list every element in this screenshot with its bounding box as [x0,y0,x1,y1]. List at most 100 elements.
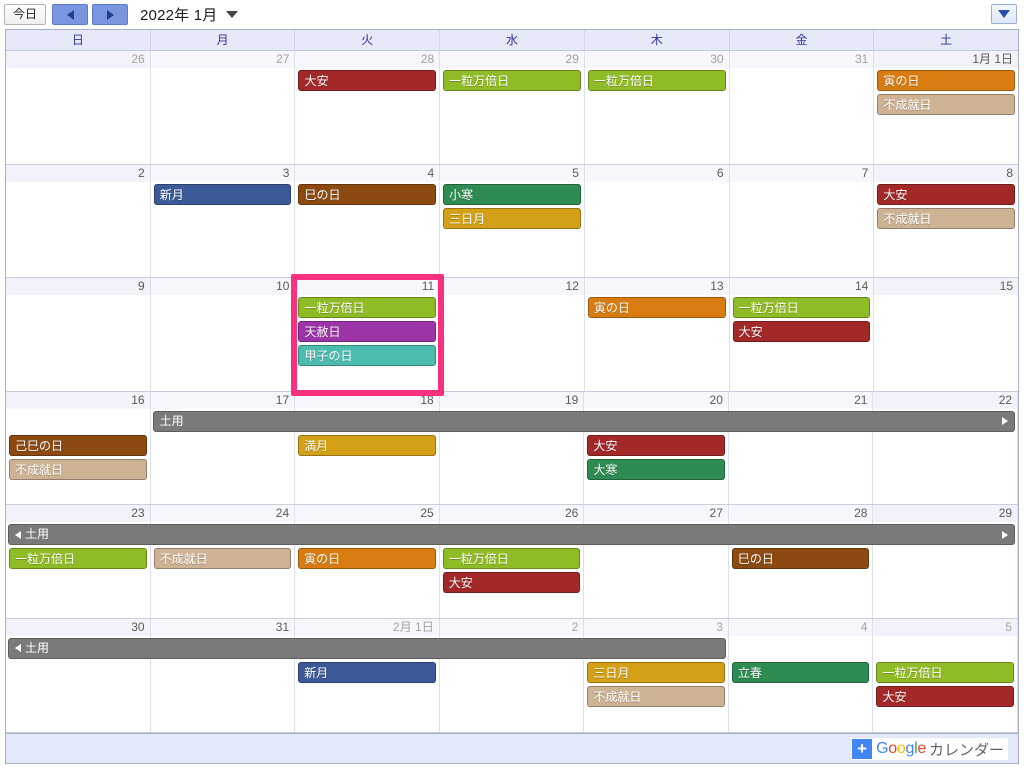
calendar-event[interactable]: 不成就日 [587,685,725,707]
calendar-event[interactable]: 大安 [876,685,1015,707]
calendar-day-cell[interactable]: 19 [439,391,585,505]
calendar-day-cell[interactable]: 24 不成就日 [150,505,296,618]
day-number[interactable]: 27 [584,505,728,523]
calendar-event[interactable]: 立春 [731,661,870,683]
calendar-day-cell[interactable]: 27 [584,505,729,618]
day-number[interactable]: 18 [295,391,439,409]
calendar-event[interactable]: 大安 [877,183,1016,205]
calendar-event[interactable]: 一粒万倍日 [587,70,726,91]
calendar-day-cell[interactable]: 5 小寒 三日月 [440,164,585,278]
day-number[interactable]: 3 [584,618,728,636]
day-number[interactable]: 4 [728,618,873,636]
chevron-down-icon[interactable] [226,11,239,18]
day-number[interactable]: 27 [150,51,295,68]
day-number[interactable]: 2 [439,618,584,636]
calendar-day-cell[interactable]: 8 大安 不成就日 [874,164,1019,278]
day-number[interactable]: 30 [584,51,729,68]
calendar-day-cell[interactable]: 10 [150,278,296,391]
day-number[interactable]: 10 [150,278,295,296]
calendar-day-cell[interactable]: 4 立春 [728,618,874,732]
calendar-event[interactable]: 大寒 [587,458,725,480]
calendar-day-cell[interactable]: 26 [6,51,151,164]
calendar-day-cell[interactable]: 29 [873,505,1019,618]
calendar-day-cell[interactable]: 27 [150,51,296,164]
calendar-day-cell[interactable]: 26 一粒万倍日 大安 [439,505,585,618]
previous-month-button[interactable] [52,4,88,25]
day-number[interactable]: 20 [584,391,728,409]
calendar-day-cell[interactable]: 3 新月 [150,164,296,278]
calendar-event[interactable]: 己巳の日 [9,434,147,456]
calendar-day-cell[interactable]: 2 [6,164,151,278]
calendar-day-cell[interactable]: 2月 1日 新月 [295,618,440,732]
day-number[interactable]: 7 [729,164,874,182]
calendar-event[interactable]: 巳の日 [298,183,437,205]
calendar-event[interactable]: 一粒万倍日 [298,297,437,319]
calendar-day-cell[interactable]: 3 三日月 不成就日 [584,618,729,732]
today-button[interactable]: 今日 [4,4,46,25]
day-number[interactable]: 23 [6,505,150,523]
calendar-event[interactable]: 不成就日 [877,94,1016,115]
calendar-day-cell[interactable]: 30 一粒万倍日 [584,51,730,164]
day-number[interactable]: 15 [874,278,1019,296]
calendar-day-cell[interactable]: 15 [874,278,1019,391]
calendar-day-cell[interactable]: 18 満月 [295,391,440,505]
day-number[interactable]: 26 [439,505,584,523]
day-number[interactable]: 8 [874,164,1019,182]
calendar-event[interactable]: 三日月 [443,207,581,229]
calendar-day-cell[interactable]: 22 [873,391,1019,505]
calendar-day-cell[interactable]: 31 [150,618,296,732]
calendar-day-cell[interactable]: 11 一粒万倍日 天赦日 甲子の日 [295,278,441,391]
calendar-event[interactable]: 大安 [587,434,725,456]
calendar-event[interactable]: 甲子の日 [298,345,437,367]
calendar-event[interactable]: 一粒万倍日 [442,548,581,570]
calendar-day-cell[interactable]: 1月 1日寅の日不成就日 [874,51,1019,164]
calendar-day-cell[interactable]: 31 [729,51,875,164]
calendar-day-cell[interactable]: 12 [440,278,585,391]
calendar-day-cell[interactable]: 5 一粒万倍日 大安 [873,618,1019,732]
calendar-day-cell[interactable]: 20 大安 大寒 [584,391,729,505]
calendar-day-cell[interactable]: 2 [439,618,585,732]
day-number[interactable]: 29 [873,505,1018,523]
day-number[interactable]: 5 [440,164,584,182]
calendar-day-cell[interactable]: 29 一粒万倍日 [440,51,585,164]
calendar-event[interactable]: 一粒万倍日 [732,297,871,319]
calendar-event[interactable]: 天赦日 [298,321,437,343]
day-number[interactable]: 25 [295,505,439,523]
day-number[interactable]: 24 [150,505,295,523]
google-calendar-logo[interactable]: + Google カレンダー [851,738,1008,760]
calendar-event[interactable]: 小寒 [443,183,581,205]
calendar-day-cell[interactable]: 14 一粒万倍日 大安 [729,278,875,391]
calendar-event[interactable]: 大安 [298,70,437,91]
calendar-day-cell[interactable]: 7 [729,164,875,278]
calendar-day-cell[interactable]: 6 [584,164,730,278]
day-number[interactable]: 31 [150,618,295,636]
calendar-event[interactable]: 一粒万倍日 [443,70,581,91]
day-number[interactable]: 16 [6,391,150,409]
day-number[interactable]: 5 [873,618,1018,636]
day-number[interactable]: 26 [6,51,150,68]
day-number[interactable]: 9 [6,278,150,296]
day-number[interactable]: 3 [150,164,295,182]
calendar-event[interactable]: 不成就日 [9,458,147,480]
calendar-event[interactable]: 一粒万倍日 [876,661,1015,683]
calendar-day-cell[interactable]: 16 己巳の日 不成就日 [6,391,151,505]
day-number[interactable]: 28 [295,51,440,68]
calendar-day-cell[interactable]: 9 [6,278,151,391]
calendar-event[interactable]: 寅の日 [877,70,1016,91]
day-number[interactable]: 4 [295,164,440,182]
day-number[interactable]: 13 [584,278,729,296]
day-number[interactable]: 31 [729,51,874,68]
calendar-event[interactable]: 不成就日 [153,548,292,570]
day-number[interactable]: 1月 1日 [874,51,1019,68]
calendar-event[interactable]: 一粒万倍日 [9,548,147,570]
calendar-day-cell[interactable]: 25 寅の日 [295,505,440,618]
calendar-day-cell[interactable]: 21 [728,391,874,505]
calendar-day-cell[interactable]: 17 [150,391,296,505]
day-number[interactable]: 28 [728,505,873,523]
calendar-event[interactable]: 巳の日 [731,548,870,570]
calendar-event[interactable]: 新月 [153,183,292,205]
day-number[interactable]: 6 [584,164,729,182]
calendar-event[interactable]: 寅の日 [298,548,436,570]
day-number[interactable]: 21 [728,391,873,409]
calendar-day-cell[interactable]: 28 巳の日 [728,505,874,618]
